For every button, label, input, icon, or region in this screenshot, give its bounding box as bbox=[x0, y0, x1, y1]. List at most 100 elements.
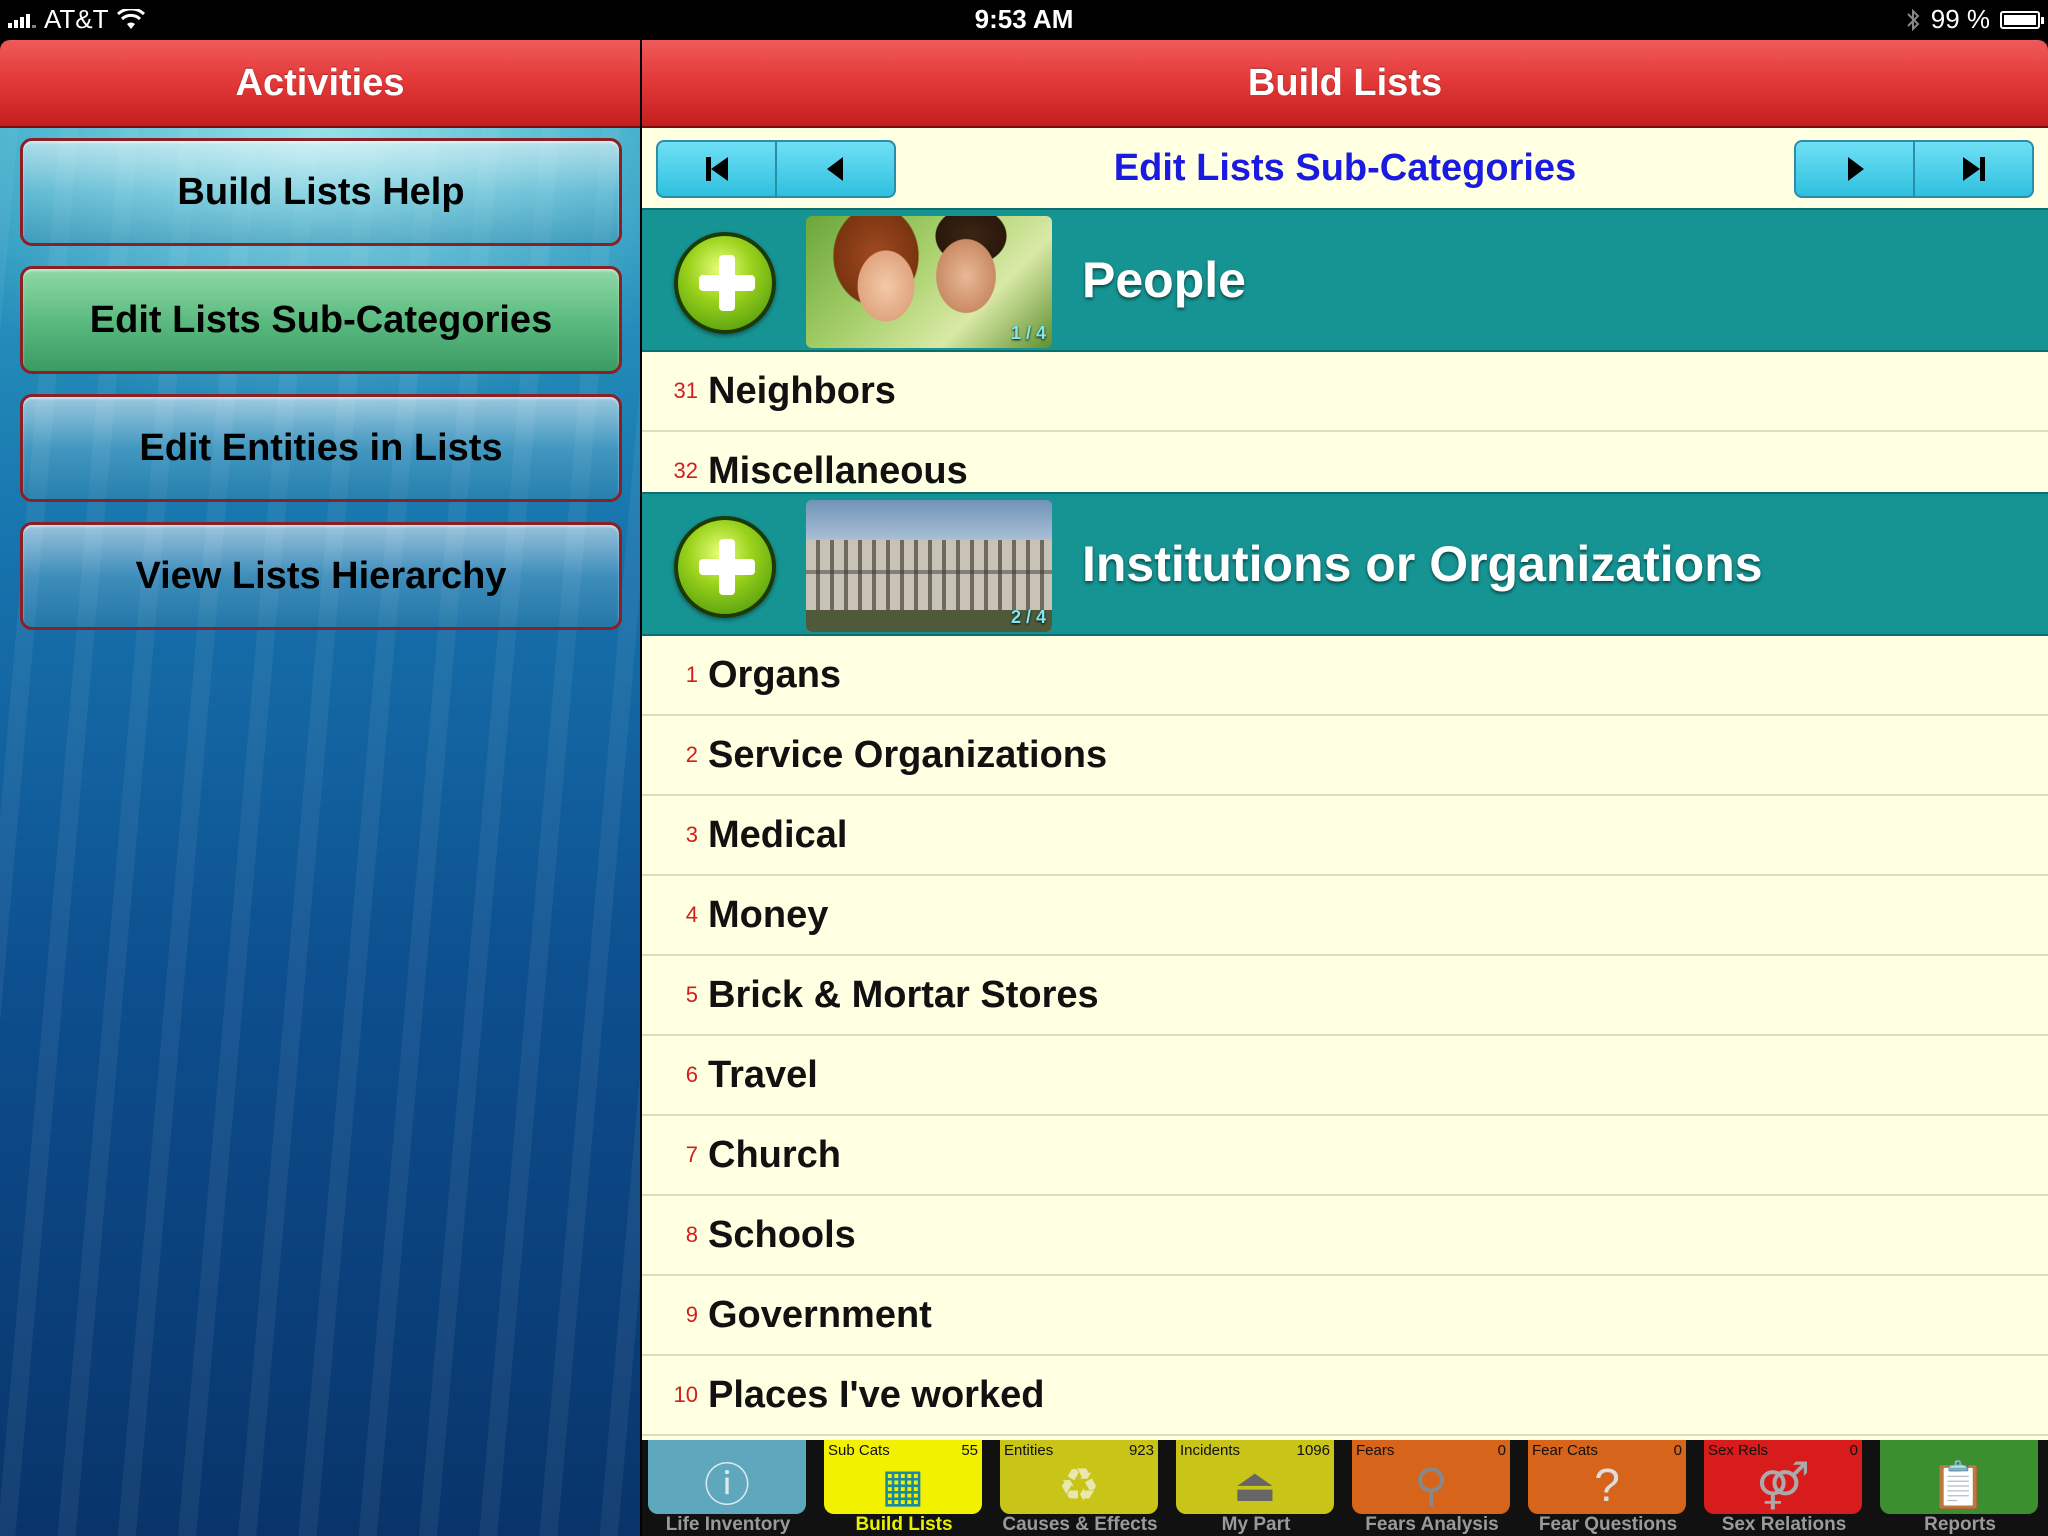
nav-row: Edit Lists Sub-Categories bbox=[642, 128, 2048, 208]
item-label: Miscellaneous bbox=[708, 449, 968, 492]
item-label: Money bbox=[708, 893, 829, 936]
item-number: 2 bbox=[685, 742, 698, 767]
item-number: 4 bbox=[685, 902, 698, 927]
battery-percent: 99 % bbox=[1930, 4, 1990, 34]
list-item[interactable]: 31 Neighbors bbox=[642, 352, 2048, 432]
tab-icon-bg: Sub Cats 55 ▦ bbox=[824, 1440, 982, 1514]
battery-icon bbox=[2000, 10, 2044, 29]
section-header-people: 1 / 4 People bbox=[642, 208, 2048, 352]
tab-label: Reports bbox=[1924, 1514, 1996, 1535]
tab-fear-questions[interactable]: Fear Cats 0? Fear Questions bbox=[1522, 1440, 1686, 1536]
item-label: Organs bbox=[708, 653, 842, 696]
status-time: 9:53 AM bbox=[974, 4, 1074, 34]
item-label: Places I've worked bbox=[708, 1373, 1045, 1416]
sub-categories-list: Edit Lists Sub-Categories 1 / 4 People 3… bbox=[642, 128, 2048, 1440]
list-item[interactable]: 6 Travel bbox=[642, 1036, 2048, 1116]
item-label: Church bbox=[708, 1133, 841, 1176]
gender-icon: ⚤ bbox=[1755, 1459, 1811, 1511]
item-label: Travel bbox=[708, 1053, 818, 1096]
tab-label: Life Inventory bbox=[665, 1514, 791, 1535]
item-label: Service Organizations bbox=[708, 733, 1108, 776]
add-people-button[interactable] bbox=[674, 232, 776, 334]
list-item[interactable]: 3 Medical bbox=[642, 796, 2048, 876]
view-lists-hierarchy-button[interactable]: View Lists Hierarchy bbox=[20, 522, 622, 630]
joystick-icon: ⏏ bbox=[1233, 1459, 1277, 1511]
nav-forward-group bbox=[1794, 140, 2034, 198]
people-photo: 1 / 4 bbox=[806, 216, 1052, 348]
section-title: Institutions or Organizations bbox=[1082, 536, 1763, 592]
tab-label: Sex Relations bbox=[1721, 1514, 1847, 1535]
battery-fill bbox=[2004, 14, 2036, 25]
bluetooth-icon bbox=[1907, 8, 1920, 31]
tab-label: Build Lists bbox=[855, 1514, 953, 1535]
list-item[interactable]: 10 Places I've worked bbox=[642, 1356, 2048, 1436]
tab-label: Fear Questions bbox=[1538, 1514, 1678, 1535]
previous-icon bbox=[826, 157, 843, 181]
tab-sex-relations[interactable]: Sex Rels 0 ⚤ Sex Relations bbox=[1698, 1440, 1862, 1536]
item-number: 31 bbox=[673, 378, 698, 403]
recycle-icon: ♻ bbox=[1058, 1459, 1100, 1511]
tab-bar: ⓘ Life Inventory Sub Cats 55 ▦ Build Lists… bbox=[642, 1440, 2048, 1536]
edit-lists-sub-categories-button[interactable]: Edit Lists Sub-Categories bbox=[20, 266, 622, 374]
next-page-button[interactable] bbox=[1796, 142, 1915, 196]
tab-fears-analysis[interactable]: Fears 0 ⚲ Fears Analysis bbox=[1346, 1440, 1510, 1536]
item-label: Brick & Mortar Stores bbox=[708, 973, 1099, 1016]
building-photo: 2 / 4 bbox=[806, 500, 1052, 632]
section-title: People bbox=[1082, 252, 1246, 308]
tab-icon-bg: Incidents 1096 ⏏ bbox=[1176, 1440, 1334, 1514]
item-number: 7 bbox=[685, 1142, 698, 1167]
item-number: 6 bbox=[685, 1062, 698, 1087]
item-number: 1 bbox=[685, 662, 698, 687]
list-item[interactable]: 4 Money bbox=[642, 876, 2048, 956]
item-number: 5 bbox=[685, 982, 698, 1007]
item-label: Medical bbox=[708, 813, 848, 856]
tab-icon-bg: Sex Rels 0 ⚤ bbox=[1704, 1440, 1862, 1514]
last-page-button[interactable] bbox=[1915, 142, 2032, 196]
tab-label: Fears Analysis bbox=[1365, 1514, 1499, 1535]
status-right: 99 % bbox=[1905, 4, 2044, 35]
tab-icon-bg: Fears 0 ⚲ bbox=[1352, 1440, 1510, 1514]
magnifier-icon: ⚲ bbox=[1414, 1459, 1448, 1511]
list-item[interactable]: 7 Church bbox=[642, 1116, 2048, 1196]
tab-life-inventory[interactable]: ⓘ Life Inventory bbox=[642, 1440, 806, 1536]
activities-header: Activities bbox=[0, 40, 640, 128]
list-item[interactable]: 2 Service Organizations bbox=[642, 716, 2048, 796]
clipboard-icon: 📋 bbox=[1930, 1459, 1988, 1511]
skip-last-icon bbox=[1962, 157, 1985, 181]
skip-first-icon bbox=[705, 157, 728, 181]
first-page-button[interactable] bbox=[658, 142, 777, 196]
item-label: Government bbox=[708, 1293, 932, 1336]
section-page-count: 2 / 4 bbox=[1010, 607, 1046, 627]
tab-label: My Part bbox=[1221, 1514, 1291, 1535]
item-number: 8 bbox=[685, 1222, 698, 1247]
activities-panel: Build Lists Help Edit Lists Sub-Categori… bbox=[0, 128, 640, 1536]
next-icon bbox=[1847, 157, 1864, 181]
section-page-count: 1 / 4 bbox=[1010, 323, 1046, 343]
tab-my-part[interactable]: Incidents 1096 ⏏ My Part bbox=[1170, 1440, 1334, 1536]
item-number: 10 bbox=[673, 1382, 698, 1407]
tab-icon-bg: 📋 bbox=[1880, 1440, 2038, 1514]
build-lists-header: Build Lists bbox=[642, 40, 2048, 128]
previous-page-button[interactable] bbox=[777, 142, 894, 196]
tab-causes-effects[interactable]: Entities 923 ♻ Causes & Effects bbox=[994, 1440, 1158, 1536]
add-institutions-button[interactable] bbox=[674, 516, 776, 618]
section-header-institutions: 2 / 4 Institutions or Organizations bbox=[642, 492, 2048, 636]
nav-title: Edit Lists Sub-Categories bbox=[1113, 146, 1577, 189]
tab-build-lists[interactable]: Sub Cats 55 ▦ Build Lists bbox=[818, 1440, 982, 1536]
tab-icon-bg: Entities 923 ♻ bbox=[1000, 1440, 1158, 1514]
list-item[interactable]: 5 Brick & Mortar Stores bbox=[642, 956, 2048, 1036]
tab-icon-bg: Fear Cats 0? bbox=[1528, 1440, 1686, 1514]
list-item[interactable]: 1 Organs bbox=[642, 636, 2048, 716]
list-item[interactable]: 8 Schools bbox=[642, 1196, 2048, 1276]
nav-back-group bbox=[656, 140, 896, 198]
question-icon: ? bbox=[1594, 1459, 1620, 1511]
tab-label: Causes & Effects bbox=[1002, 1514, 1158, 1535]
list-item[interactable]: 9 Government bbox=[642, 1276, 2048, 1356]
tab-reports[interactable]: 📋 Reports bbox=[1874, 1440, 2038, 1536]
item-number: 32 bbox=[673, 458, 698, 483]
edit-entities-in-lists-button[interactable]: Edit Entities in Lists bbox=[20, 394, 622, 502]
item-number: 3 bbox=[685, 822, 698, 847]
item-number: 9 bbox=[685, 1302, 698, 1327]
build-lists-help-button[interactable]: Build Lists Help bbox=[20, 138, 622, 246]
build-lists-icon: ▦ bbox=[881, 1459, 925, 1511]
